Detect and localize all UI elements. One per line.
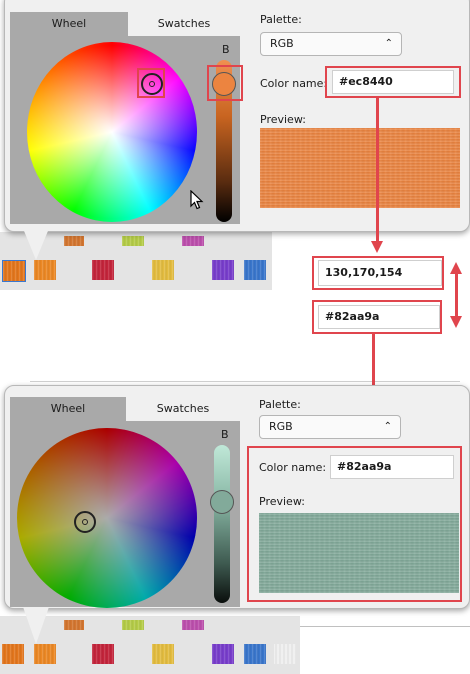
preview-label: Preview: [260, 113, 306, 126]
color-name-input[interactable]: #82aa9a [330, 455, 454, 479]
double-arrow-head-up [450, 262, 462, 274]
swatch-item[interactable] [274, 644, 296, 664]
mouse-pointer-icon [190, 189, 204, 215]
palette-select-value: RGB [269, 420, 293, 433]
background-divider [30, 381, 460, 382]
palette-label: Palette: [259, 398, 301, 411]
swatch-item[interactable] [122, 236, 144, 246]
double-arrow-icon [455, 274, 458, 318]
palette-label: Palette: [260, 13, 302, 26]
swatch-item[interactable] [182, 236, 204, 246]
callout-tail [22, 226, 50, 260]
brightness-label: B [222, 43, 230, 56]
highlight-box-rgb-field [312, 256, 444, 290]
swatch-item[interactable] [34, 644, 56, 664]
swatch-item[interactable] [212, 260, 234, 280]
callout-tail [22, 604, 50, 644]
swatch-item[interactable] [152, 644, 174, 664]
annotation-arrowhead-1 [371, 241, 383, 253]
color-name-label: Color name: [260, 77, 328, 90]
palette-select-value: RGB [270, 37, 294, 50]
swatch-item[interactable] [212, 644, 234, 664]
swatch-item[interactable] [122, 620, 144, 630]
highlight-box-wheel-marker [137, 68, 165, 98]
swatch-item[interactable] [244, 260, 266, 280]
color-wheel[interactable] [27, 42, 197, 222]
swatch-item[interactable] [64, 620, 84, 630]
swatch-item[interactable] [2, 644, 24, 664]
color-wheel[interactable] [17, 428, 197, 608]
wheel-selection-marker[interactable] [74, 511, 96, 533]
highlight-box-hex-field [312, 300, 442, 334]
tab-wheel[interactable]: Wheel [10, 12, 128, 36]
swatch-item[interactable] [34, 260, 56, 280]
tab-swatches[interactable]: Swatches [126, 397, 240, 421]
tab-wheel[interactable]: Wheel [10, 397, 126, 421]
swatch-item[interactable] [182, 620, 204, 630]
double-arrow-head-down [450, 316, 462, 328]
highlight-box-color-name [325, 66, 461, 98]
brightness-label: B [221, 428, 229, 441]
swatch-item[interactable] [244, 644, 266, 664]
palette-select[interactable]: RGB ⌃ [259, 415, 401, 439]
color-preview-swatch [260, 128, 460, 208]
brightness-slider-track[interactable] [214, 445, 230, 603]
swatch-item[interactable] [152, 260, 174, 280]
chevron-down-icon: ⌃ [384, 38, 393, 49]
color-preview-swatch [259, 513, 459, 593]
background-divider [300, 626, 470, 627]
color-name-label: Color name: [259, 461, 327, 474]
swatch-item[interactable] [2, 260, 26, 282]
preview-label: Preview: [259, 495, 305, 508]
tab-swatches[interactable]: Swatches [128, 12, 240, 36]
swatch-item[interactable] [92, 644, 114, 664]
swatch-item[interactable] [92, 260, 114, 280]
chevron-down-icon: ⌃ [383, 421, 392, 432]
palette-select[interactable]: RGB ⌃ [260, 32, 402, 56]
annotation-arrow-down-1 [376, 97, 379, 243]
swatch-item[interactable] [64, 236, 84, 246]
highlight-box-slider-thumb [207, 65, 243, 101]
brightness-slider-thumb[interactable] [210, 490, 234, 514]
